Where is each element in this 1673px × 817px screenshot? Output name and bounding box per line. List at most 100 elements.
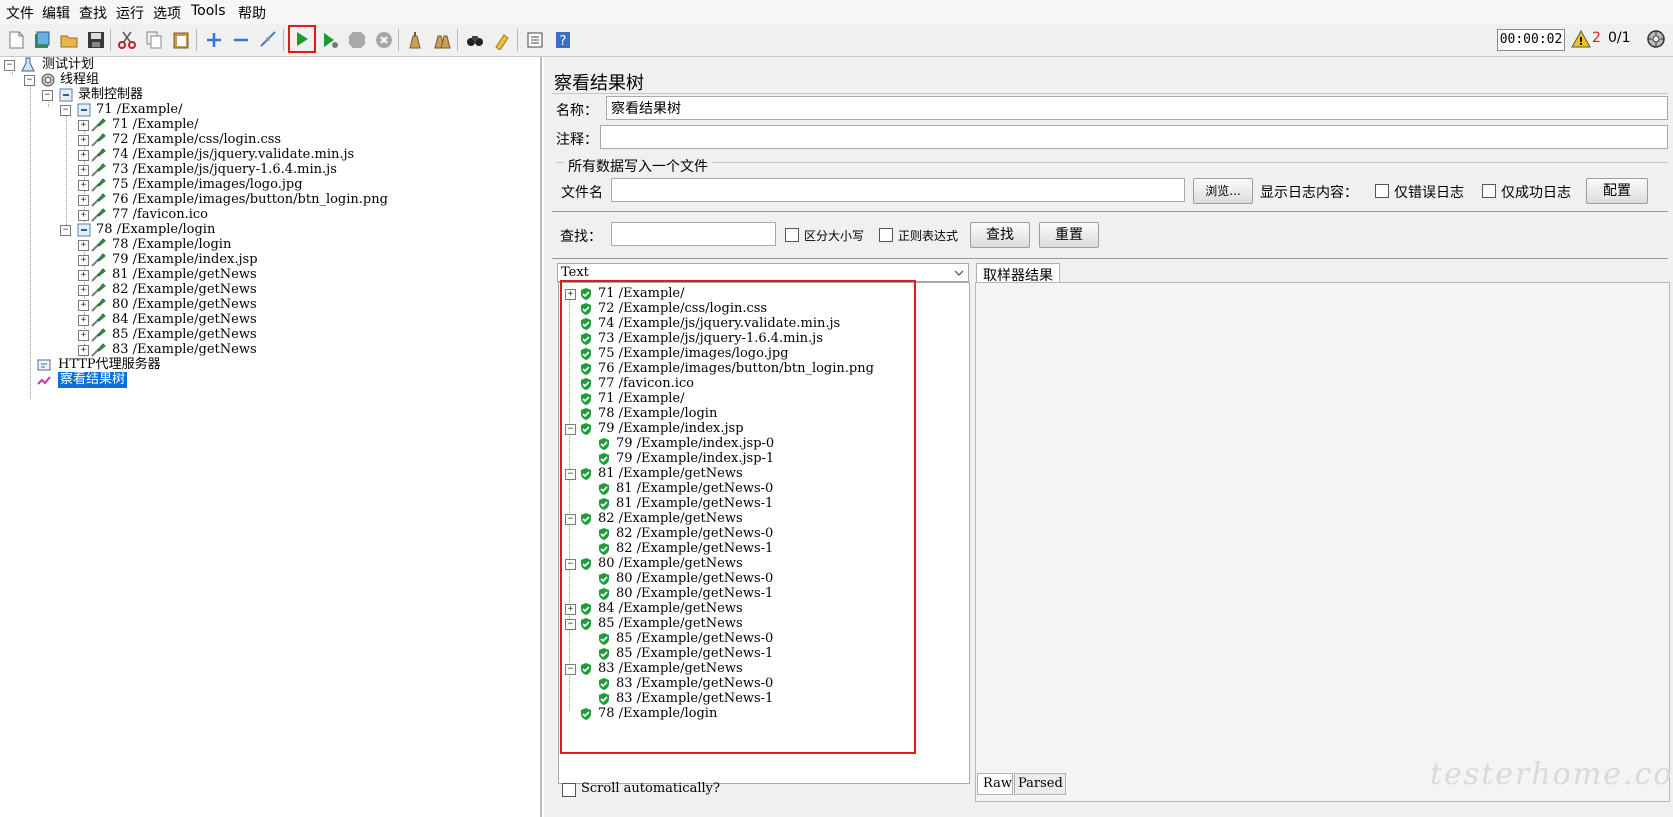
- expand-toggle[interactable]: +: [78, 300, 89, 311]
- case-sensitive-checkbox[interactable]: [785, 228, 799, 242]
- http-sampler-icon: [90, 267, 106, 283]
- file-section-title: 所有数据写入一个文件: [564, 156, 712, 176]
- http-sampler-icon: [90, 252, 106, 268]
- expand-toggle[interactable]: +: [78, 315, 89, 326]
- success-only-label: 仅成功日志: [1501, 185, 1571, 201]
- test-plan-icon: [21, 57, 35, 72]
- http-sampler-icon: [90, 177, 106, 193]
- expand-toggle[interactable]: +: [78, 120, 89, 131]
- search-icon[interactable]: [462, 27, 488, 53]
- collapse-icon[interactable]: [228, 27, 254, 53]
- regex-checkbox[interactable]: [879, 228, 893, 242]
- controller-icon: [77, 223, 91, 237]
- function-helper-icon[interactable]: [522, 27, 548, 53]
- expand-toggle[interactable]: +: [78, 210, 89, 221]
- templates-icon[interactable]: [29, 27, 55, 53]
- filename-field[interactable]: [611, 178, 1185, 202]
- proxy-icon: [37, 359, 51, 371]
- browse-button[interactable]: 浏览...: [1193, 178, 1253, 204]
- highlight-box: [560, 280, 916, 754]
- http-sampler-icon: [90, 147, 106, 163]
- expand-toggle[interactable]: +: [78, 240, 89, 251]
- gear-icon: [41, 73, 55, 87]
- stop-icon[interactable]: [344, 27, 370, 53]
- success-only-checkbox[interactable]: [1482, 184, 1496, 198]
- case-sensitive-label: 区分大小写: [804, 229, 865, 243]
- toolbar: ? 00:00:02 ! 2 0/1: [0, 24, 1673, 57]
- start-icon[interactable]: [288, 25, 316, 53]
- http-sampler-icon: [90, 312, 106, 328]
- expand-toggle[interactable]: +: [78, 135, 89, 146]
- scroll-auto-label: Scroll automatically?: [581, 781, 720, 796]
- log-display-label: 显示日志内容：: [1260, 185, 1358, 201]
- menu-file[interactable]: 文件: [6, 3, 34, 23]
- menu-search[interactable]: 查找: [79, 3, 107, 23]
- menu-options[interactable]: 选项: [153, 3, 181, 23]
- active-threads: 0/1: [1608, 30, 1631, 46]
- expand-toggle[interactable]: +: [78, 285, 89, 296]
- name-label: 名称：: [556, 103, 598, 119]
- warning-icon[interactable]: !: [1571, 29, 1591, 49]
- http-sampler-icon: [90, 297, 106, 313]
- listener-icon: [37, 376, 51, 385]
- svg-text:!: !: [1578, 35, 1583, 48]
- menu-run[interactable]: 运行: [116, 3, 144, 23]
- errors-only-checkbox[interactable]: [1375, 184, 1389, 198]
- panel-header: 察看结果树: [552, 67, 1668, 94]
- status-globe-icon: [1646, 29, 1666, 49]
- new-icon[interactable]: [3, 27, 29, 53]
- watermark: testerhome.com: [1430, 757, 1673, 792]
- http-sampler-icon: [90, 327, 106, 343]
- sampler-result-panel: [975, 282, 1670, 802]
- warning-count: 2: [1592, 30, 1601, 46]
- expand-toggle[interactable]: +: [78, 180, 89, 191]
- comment-field[interactable]: [600, 125, 1668, 149]
- http-sampler-icon: [90, 132, 106, 148]
- expand-toggle[interactable]: +: [78, 255, 89, 266]
- tab-parsed[interactable]: Parsed: [1014, 773, 1066, 795]
- clear-all-icon[interactable]: [429, 27, 455, 53]
- save-icon[interactable]: [83, 27, 109, 53]
- chevron-down-icon: [954, 270, 964, 276]
- search-label: 查找：: [560, 229, 602, 245]
- copy-icon[interactable]: [141, 27, 167, 53]
- shutdown-icon[interactable]: [371, 27, 397, 53]
- tab-sampler-result[interactable]: 取样器结果: [976, 263, 1060, 284]
- paste-icon[interactable]: [168, 27, 194, 53]
- configure-button[interactable]: 配置: [1586, 178, 1648, 204]
- toggle-icon[interactable]: [255, 27, 281, 53]
- http-sampler-icon: [90, 192, 106, 208]
- search-button[interactable]: 查找: [970, 222, 1030, 248]
- menu-tools[interactable]: Tools: [191, 3, 226, 19]
- cut-icon[interactable]: [114, 27, 140, 53]
- http-sampler-icon: [90, 342, 106, 358]
- http-sampler-icon: [90, 117, 106, 133]
- search-field[interactable]: [611, 222, 776, 246]
- reset-search-icon[interactable]: [489, 27, 515, 53]
- name-field[interactable]: 察看结果树: [606, 96, 1668, 120]
- open-icon[interactable]: [56, 27, 82, 53]
- help-icon[interactable]: ?: [550, 27, 576, 53]
- http-sampler-icon: [90, 282, 106, 298]
- http-sampler-icon: [90, 162, 106, 178]
- test-plan-tree: − 测试计划 − 线程组 − 录制控制器 − 71 /Example/ +71 …: [0, 57, 542, 817]
- tab-raw[interactable]: Raw: [977, 773, 1013, 795]
- clear-icon[interactable]: [402, 27, 428, 53]
- menu-edit[interactable]: 编辑: [42, 3, 70, 23]
- expand-icon[interactable]: [201, 27, 227, 53]
- expand-toggle[interactable]: +: [78, 165, 89, 176]
- menu-help[interactable]: 帮助: [238, 3, 266, 23]
- start-no-pause-icon[interactable]: [317, 27, 343, 53]
- scroll-auto-checkbox[interactable]: [562, 783, 576, 797]
- expand-toggle[interactable]: +: [78, 270, 89, 281]
- http-sampler-icon: [90, 237, 106, 253]
- expand-toggle[interactable]: +: [78, 150, 89, 161]
- expand-toggle[interactable]: +: [78, 195, 89, 206]
- controller-icon: [77, 103, 91, 117]
- filename-label: 文件名: [561, 185, 603, 201]
- menu-bar: 文件 编辑 查找 运行 选项 Tools 帮助: [0, 0, 1673, 24]
- reset-button[interactable]: 重置: [1039, 222, 1099, 248]
- regex-label: 正则表达式: [898, 229, 959, 243]
- expand-toggle[interactable]: +: [78, 330, 89, 341]
- expand-toggle[interactable]: +: [78, 345, 89, 356]
